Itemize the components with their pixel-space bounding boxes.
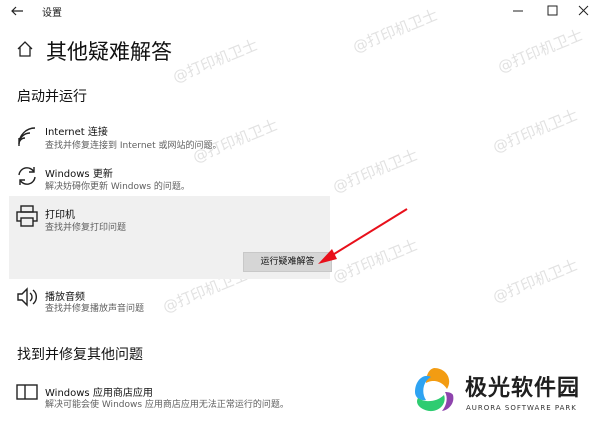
item-name: Internet 连接 [45, 127, 108, 138]
item-description: 解决可能会使 Windows 应用商店应用无法正常运行的问题。 [45, 400, 289, 410]
troubleshooter-windows-update[interactable]: Windows 更新 解决妨碍你更新 Windows 的问题。 [9, 160, 330, 200]
watermark: @打印机卫士 [330, 235, 421, 287]
home-icon[interactable] [16, 40, 34, 58]
troubleshooter-store-apps[interactable]: Windows 应用商店应用 解决可能会使 Windows 应用商店应用无法正常… [9, 378, 339, 414]
item-description: 查找并修复播放声音问题 [45, 304, 145, 314]
item-description: 查找并修复连接到 Internet 或网站的问题。 [45, 141, 222, 151]
troubleshooter-internet[interactable]: Internet 连接 查找并修复连接到 Internet 或网站的问题。 [9, 120, 330, 162]
run-troubleshooter-button[interactable]: 运行疑难解答 [243, 252, 332, 272]
page-title: 其他疑难解答 [46, 40, 172, 64]
printer-icon [16, 205, 38, 227]
item-name: Windows 更新 [45, 169, 113, 180]
watermark: @打印机卫士 [495, 25, 586, 77]
watermark: @打印机卫士 [490, 255, 581, 307]
item-description: 解决妨碍你更新 Windows 的问题。 [45, 182, 190, 192]
close-icon[interactable] [568, 0, 598, 22]
section-title-other: 找到并修复其他问题 [17, 347, 143, 363]
aurora-logo [415, 368, 454, 412]
minimize-icon[interactable] [503, 0, 533, 22]
refresh-icon [18, 167, 36, 185]
watermark: @打印机卫士 [490, 105, 581, 157]
logo-text: 极光软件园 [465, 376, 581, 401]
item-name: 打印机 [45, 210, 75, 221]
app-title: 设置 [42, 8, 62, 19]
title-bar: 设置 [0, 0, 600, 24]
app-window-icon [16, 384, 38, 400]
troubleshooter-printer[interactable]: 打印机 查找并修复打印问题 运行疑难解答 [9, 196, 332, 279]
maximize-icon[interactable] [537, 0, 567, 22]
item-description: 查找并修复打印问题 [45, 223, 127, 233]
speaker-icon [17, 287, 37, 307]
back-arrow-icon[interactable] [8, 2, 26, 20]
watermark: @打印机卫士 [330, 145, 421, 197]
wifi-icon [18, 127, 36, 146]
troubleshooter-audio[interactable]: 播放音频 查找并修复播放声音问题 [9, 283, 330, 319]
logo-subtext: AURORA SOFTWARE PARK [466, 404, 577, 412]
section-title-run: 启动并运行 [17, 89, 87, 105]
watermark: @打印机卫士 [170, 35, 261, 87]
